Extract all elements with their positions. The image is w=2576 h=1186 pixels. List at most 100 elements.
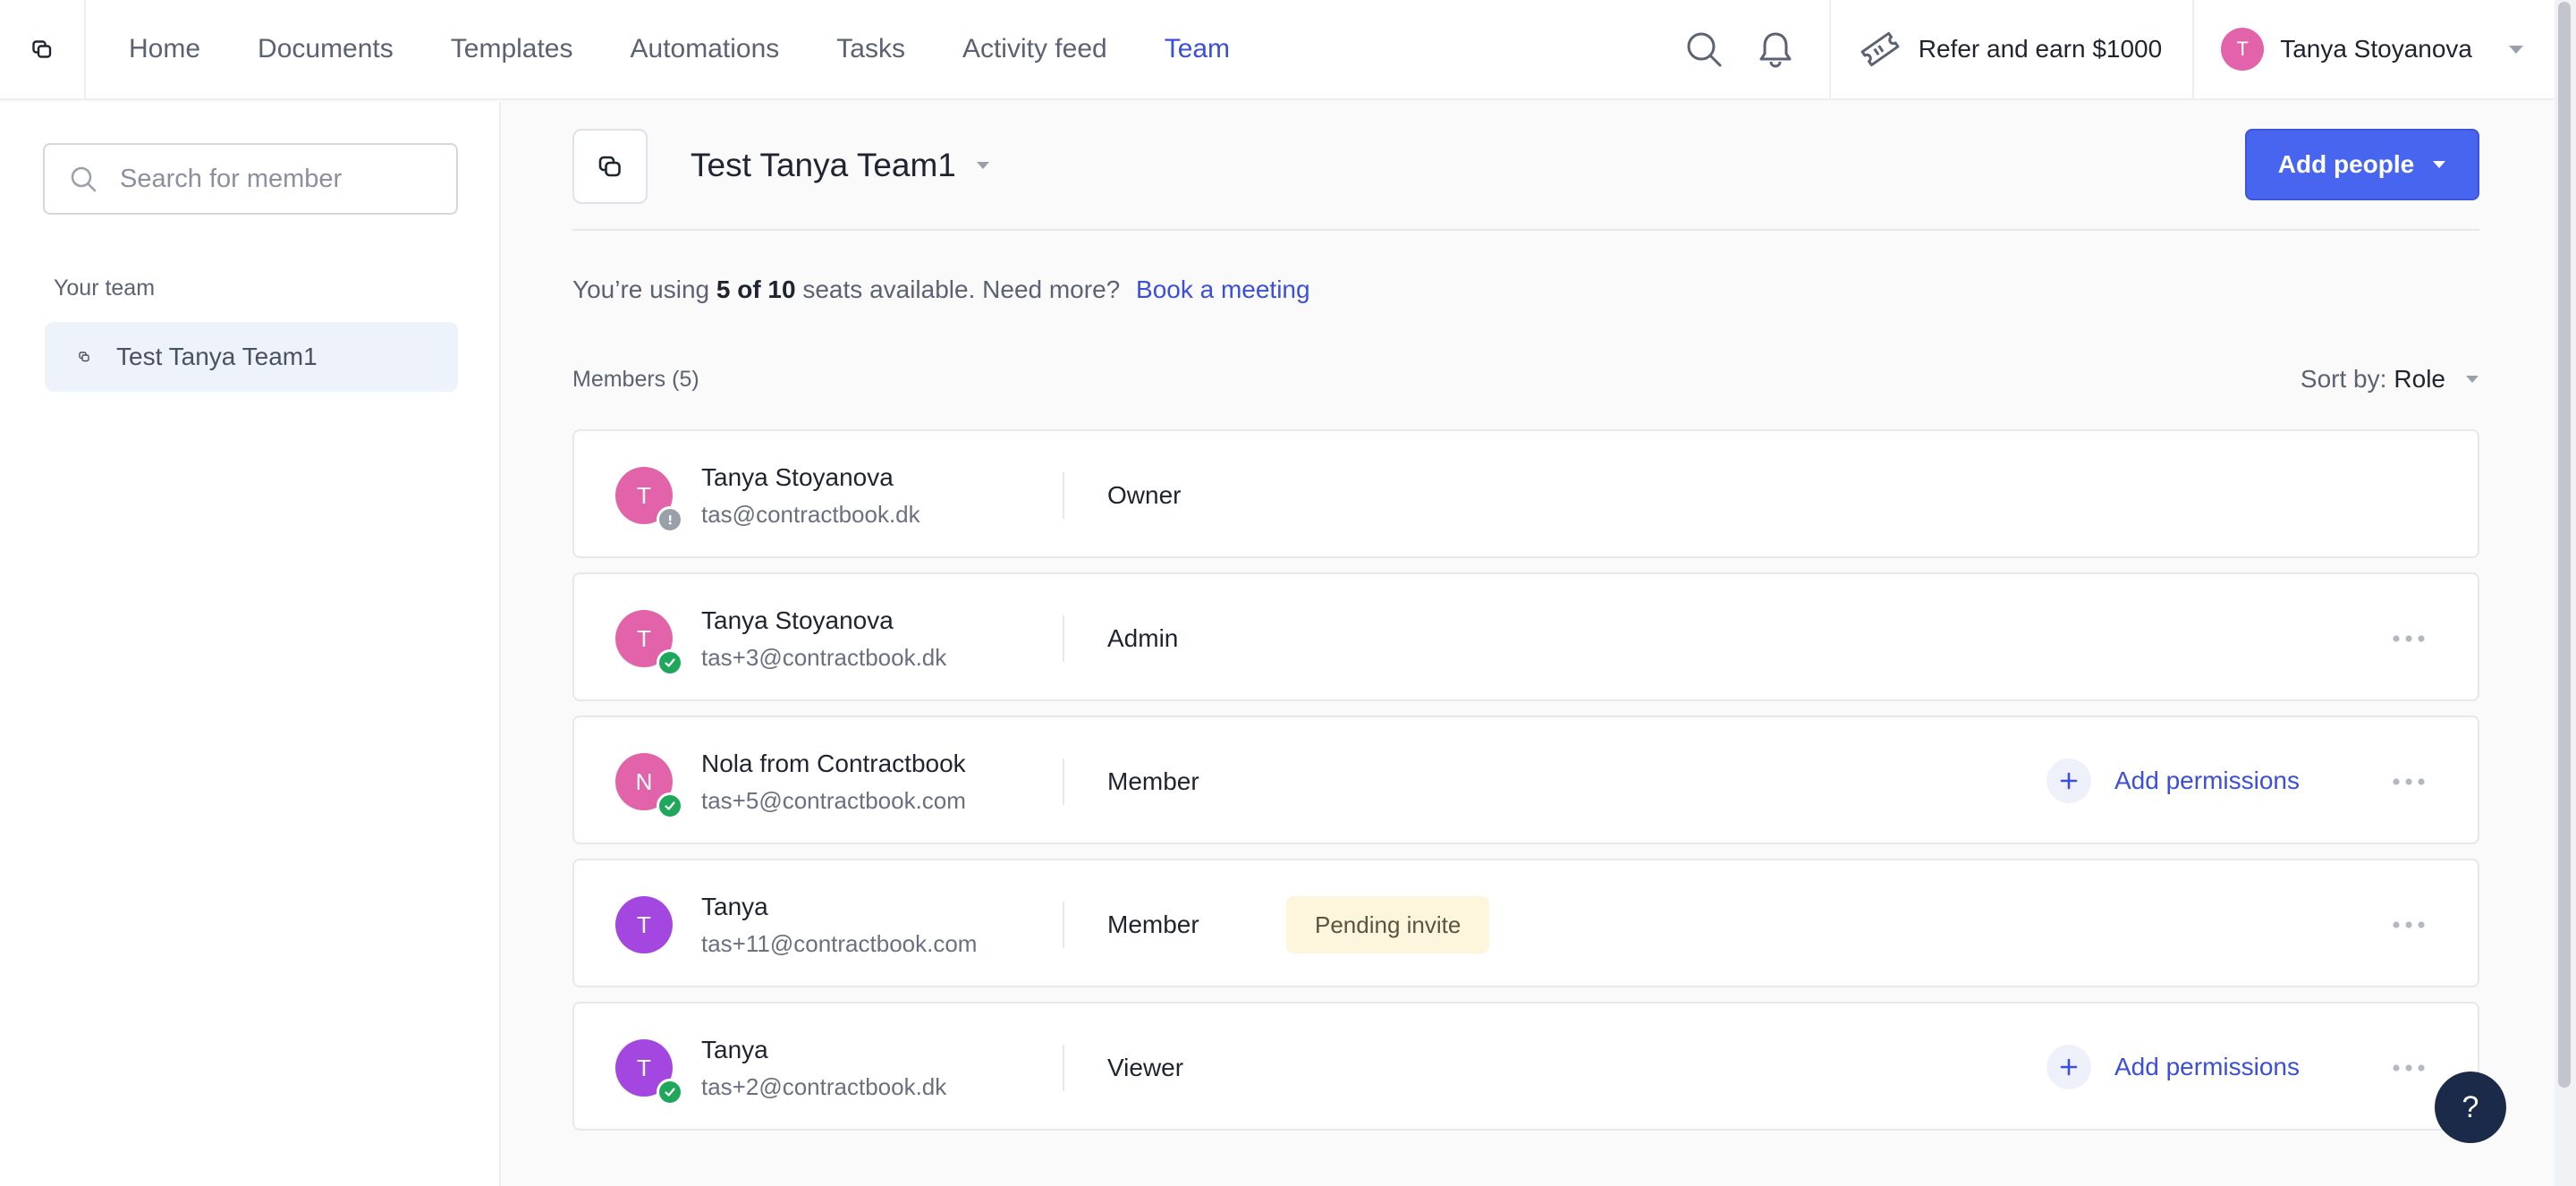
team-icon [79, 352, 89, 362]
member-search[interactable] [43, 143, 458, 215]
member-row: T Tanya Stoyanova tas+3@contractbook.dk … [572, 572, 2479, 701]
sidebar-heading: Your team [54, 275, 156, 301]
pending-invite-badge: Pending invite [1286, 896, 1490, 953]
plus-icon [2046, 758, 2091, 803]
user-name: Tanya Stoyanova [2280, 35, 2472, 63]
chevron-down-icon [2509, 45, 2523, 54]
search-icon [1687, 32, 1722, 67]
refer-and-earn[interactable]: Refer and earn $1000 [1828, 0, 2195, 99]
member-email: tas+2@contractbook.dk [701, 1073, 947, 1100]
chevron-down-icon [2466, 376, 2479, 383]
member-list: T Tanya Stoyanova tas@contractbook.dk Ow… [572, 429, 2479, 1145]
sort-dropdown[interactable]: Sort by: Role [2301, 365, 2479, 394]
member-row: T Tanya tas+11@contractbook.com Member P… [572, 859, 2479, 987]
main-nav: Home Documents Templates Automations Tas… [86, 0, 1287, 99]
plus-icon [2046, 1045, 2091, 1089]
add-permissions-label: Add permissions [2114, 1053, 2300, 1080]
member-role: Member [1107, 767, 1199, 795]
refer-label: Refer and earn $1000 [1918, 35, 2163, 63]
member-row: T Tanya Stoyanova tas@contractbook.dk Ow… [572, 429, 2479, 558]
member-name: Tanya Stoyanova [701, 463, 894, 491]
members-count: Members (5) [572, 367, 699, 392]
bell-icon [1759, 32, 1792, 68]
nav-activity-feed[interactable]: Activity feed [962, 34, 1107, 64]
seats-used: 5 of 10 [716, 275, 796, 303]
member-email: tas+5@contractbook.com [701, 787, 966, 814]
book-meeting-link[interactable]: Book a meeting [1136, 275, 1310, 303]
app-logo[interactable] [0, 0, 86, 99]
nav-automations[interactable]: Automations [631, 34, 780, 64]
member-role: Admin [1107, 624, 1179, 652]
verified-status-icon [657, 792, 683, 819]
top-navigation: Home Documents Templates Automations Tas… [0, 0, 2555, 100]
column-divider [1063, 615, 1064, 662]
nav-team[interactable]: Team [1165, 34, 1230, 64]
column-divider [1063, 472, 1064, 519]
seats-suffix: seats available. Need more? [802, 275, 1121, 303]
warning-status-icon [657, 506, 683, 533]
more-horizontal-icon [2393, 778, 2425, 785]
nav-actions: Refer and earn $1000 T Tanya Stoyanova [1668, 0, 2555, 99]
seats-info: You’re using 5 of 10 seats available. Ne… [572, 275, 1310, 304]
scrollbar-thumb[interactable] [2558, 2, 2571, 1088]
page-title: Test Tanya Team1 [691, 147, 956, 183]
ticket-icon [1860, 31, 1900, 67]
sidebar-item-label: Test Tanya Team1 [116, 343, 318, 370]
nav-templates[interactable]: Templates [451, 34, 573, 64]
sidebar: Your team Test Tanya Team1 [0, 102, 501, 1186]
add-permissions-label: Add permissions [2114, 767, 2300, 794]
more-horizontal-icon [2393, 1064, 2425, 1072]
member-row: N Nola from Contractbook tas+5@contractb… [572, 716, 2479, 844]
team-title-dropdown[interactable]: Test Tanya Team1 [691, 147, 990, 184]
nav-documents[interactable]: Documents [258, 34, 394, 64]
team-avatar-box [572, 129, 648, 204]
sort-value: Role [2394, 365, 2445, 393]
chevron-down-icon [976, 162, 989, 169]
member-name: Tanya [701, 893, 768, 920]
scrollbar-track[interactable] [2555, 0, 2576, 1186]
column-divider [1063, 902, 1064, 948]
member-name: Nola from Contractbook [701, 750, 966, 777]
notifications-button[interactable] [1740, 0, 1811, 99]
more-horizontal-icon [2393, 635, 2425, 642]
member-role: Viewer [1107, 1054, 1184, 1081]
verified-status-icon [657, 649, 683, 676]
user-avatar: T [2221, 28, 2265, 71]
header-divider [572, 229, 2479, 231]
nav-tasks[interactable]: Tasks [836, 34, 905, 64]
help-button[interactable]: ? [2435, 1072, 2506, 1143]
search-icon [71, 166, 97, 192]
add-people-button[interactable]: Add people [2245, 129, 2479, 200]
search-input[interactable] [120, 164, 442, 194]
member-email: tas@contractbook.dk [701, 501, 920, 528]
member-role: Member [1107, 911, 1199, 938]
verified-status-icon [657, 1079, 683, 1106]
user-menu[interactable]: T Tanya Stoyanova [2194, 0, 2555, 99]
more-options-button[interactable] [2386, 911, 2431, 939]
add-people-label: Add people [2277, 150, 2415, 178]
search-button[interactable] [1668, 0, 1740, 99]
member-email: tas+11@contractbook.com [701, 930, 978, 957]
member-name: Tanya [701, 1036, 768, 1063]
more-options-button[interactable] [2386, 1054, 2431, 1082]
seats-prefix: You’re using [572, 275, 710, 303]
team-icon [598, 156, 621, 177]
main-content: Test Tanya Team1 Add people You’re using… [503, 102, 2555, 1186]
sort-label: Sort by: [2300, 365, 2387, 393]
member-email: tas+3@contractbook.dk [701, 644, 947, 671]
member-name: Tanya Stoyanova [701, 606, 894, 634]
more-options-button[interactable] [2386, 624, 2431, 653]
member-role: Owner [1107, 481, 1182, 509]
contractbook-logo-icon [32, 40, 52, 58]
member-row: T Tanya tas+2@contractbook.dk Viewer Add… [572, 1002, 2479, 1131]
member-avatar: T [615, 896, 673, 953]
more-options-button[interactable] [2386, 767, 2431, 796]
column-divider [1063, 1045, 1064, 1091]
more-horizontal-icon [2393, 921, 2425, 928]
chevron-down-icon [2433, 161, 2446, 168]
add-permissions-button[interactable]: Add permissions [2046, 1045, 2300, 1089]
sidebar-item-team[interactable]: Test Tanya Team1 [45, 322, 458, 392]
add-permissions-button[interactable]: Add permissions [2046, 758, 2300, 803]
column-divider [1063, 758, 1064, 805]
nav-home[interactable]: Home [129, 34, 200, 64]
